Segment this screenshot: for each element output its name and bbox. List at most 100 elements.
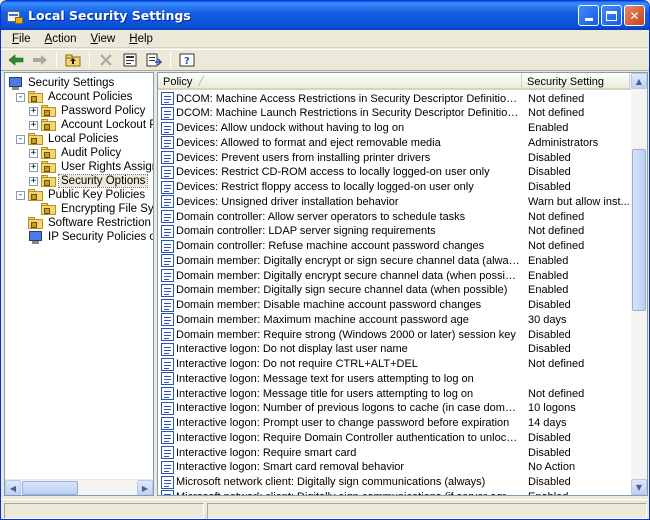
vertical-scroll-thumb[interactable] [632, 149, 646, 311]
policy-cell: Devices: Restrict CD-ROM access to local… [158, 165, 522, 179]
expand-icon[interactable]: + [29, 162, 38, 172]
collapse-icon[interactable]: - [16, 92, 25, 102]
security-setting-value: Enabled [528, 284, 569, 297]
policy-row[interactable]: Domain member: Disable machine account p… [158, 298, 632, 313]
policy-row[interactable]: Interactive logon: Message text for user… [158, 371, 632, 386]
tree-item[interactable]: - Public Key Policies [16, 188, 147, 202]
tree-item[interactable]: - Local Policies [16, 132, 120, 146]
horizontal-scroll-thumb[interactable] [22, 481, 78, 495]
policy-cell: Domain member: Digitally sign secure cha… [158, 283, 522, 297]
policy-row[interactable]: Domain controller: LDAP server signing r… [158, 224, 632, 239]
tree-horizontal-scrollbar[interactable]: ◀ ▶ [5, 479, 153, 495]
maximize-icon [606, 10, 617, 21]
policy-name: Devices: Unsigned driver installation be… [176, 195, 399, 208]
tree-item[interactable]: - Account Policies [16, 90, 134, 104]
policy-row[interactable]: Domain controller: Allow server operator… [158, 209, 632, 224]
policy-row[interactable]: Interactive logon: Prompt user to change… [158, 416, 632, 431]
policy-row[interactable]: Domain member: Digitally encrypt secure … [158, 268, 632, 283]
policy-cell: Interactive logon: Prompt user to change… [158, 416, 522, 430]
policy-name: Domain controller: LDAP server signing r… [176, 225, 436, 238]
tree-item[interactable]: + Password Policy [29, 104, 147, 118]
policy-row[interactable]: Interactive logon: Message title for use… [158, 386, 632, 401]
policy-row[interactable]: Microsoft network client: Digitally sign… [158, 475, 632, 490]
policy-name: Domain member: Disable machine account p… [176, 299, 482, 311]
policy-row[interactable]: Devices: Restrict CD-ROM access to local… [158, 165, 632, 180]
tree-item-label: Software Restriction Policies [48, 217, 153, 229]
policy-row[interactable]: Interactive logon: Require Domain Contro… [158, 430, 632, 445]
policy-row[interactable]: Domain member: Digitally sign secure cha… [158, 283, 632, 298]
policy-row[interactable]: Interactive logon: Do not require CTRL+A… [158, 357, 632, 372]
console-tree-pane[interactable]: Security Settings - Account Policies + Passw… [4, 72, 154, 496]
security-setting-value: Disabled [528, 446, 571, 459]
menu-action[interactable]: Action [38, 33, 84, 45]
tree-item[interactable]: + Account Lockout Policy [29, 118, 153, 132]
help-button[interactable]: ? [176, 50, 198, 70]
tree-item[interactable]: + User Rights Assignment [29, 160, 153, 174]
policy-name: Domain member: Digitally encrypt or sign… [176, 254, 522, 267]
scroll-left-button[interactable]: ◀ [5, 480, 21, 495]
list-vertical-scrollbar[interactable]: ▲ ▼ [631, 73, 647, 495]
column-header-setting-label: Security Setting [527, 75, 605, 88]
scroll-right-button[interactable]: ▶ [137, 480, 153, 495]
delete-button[interactable] [95, 50, 117, 70]
policy-row[interactable]: DCOM: Machine Launch Restrictions in Sec… [158, 106, 632, 121]
tree-item-label: Public Key Policies [48, 189, 146, 201]
scroll-up-button[interactable]: ▲ [631, 73, 647, 89]
export-list-button[interactable] [143, 50, 165, 70]
security-setting-value: Disabled [528, 431, 571, 444]
policy-name: Devices: Restrict floppy access to local… [176, 181, 474, 193]
policy-row[interactable]: Interactive logon: Number of previous lo… [158, 401, 632, 416]
policy-row[interactable]: Devices: Restrict floppy access to local… [158, 180, 632, 195]
policy-row[interactable]: Interactive logon: Do not display last u… [158, 342, 632, 357]
menu-file[interactable]: File [5, 33, 38, 45]
collapse-icon[interactable]: - [16, 134, 25, 144]
policy-row[interactable]: Devices: Unsigned driver installation be… [158, 194, 632, 209]
policy-row[interactable]: Domain controller: Refuse machine accoun… [158, 239, 632, 254]
menu-help[interactable]: Help [122, 33, 160, 45]
expand-icon[interactable]: + [29, 148, 38, 158]
policy-setting-icon [161, 357, 174, 371]
policy-row[interactable]: Domain member: Maximum machine account p… [158, 312, 632, 327]
properties-button[interactable] [119, 50, 141, 70]
up-one-level-button[interactable] [62, 50, 84, 70]
column-header-policy[interactable]: Policy ╱ [158, 73, 522, 90]
policy-row[interactable]: Domain member: Require strong (Windows 2… [158, 327, 632, 342]
expand-icon[interactable]: + [29, 176, 38, 186]
policy-name: Domain controller: Refuse machine accoun… [176, 240, 485, 252]
tree-item[interactable]: Security Settings [8, 76, 116, 90]
expand-icon[interactable]: + [29, 120, 38, 130]
tree-item[interactable]: IP Security Policies on Local Computer [16, 230, 153, 244]
policy-setting-icon [161, 401, 174, 415]
policy-row[interactable]: Interactive logon: Require smart card Dis… [158, 445, 632, 460]
close-button[interactable]: ✕ [624, 5, 645, 26]
scroll-down-button[interactable]: ▼ [631, 479, 647, 495]
maximize-button[interactable] [601, 5, 622, 26]
back-button[interactable] [5, 50, 27, 70]
policy-row[interactable]: Domain member: Digitally encrypt or sign… [158, 253, 632, 268]
security-setting-value: Enabled [528, 254, 569, 267]
minimize-button[interactable] [578, 5, 599, 26]
policy-row[interactable]: Devices: Allow undock without having to … [158, 121, 632, 136]
tree-item[interactable]: Encrypting File System [29, 202, 153, 216]
tree-item[interactable]: + Security Options [29, 174, 149, 188]
policy-name: Interactive logon: Smart card removal be… [176, 461, 405, 474]
details-pane[interactable]: Policy ╱ Security Setting DCOM: Machine … [157, 72, 648, 496]
chevron-right-icon: ▶ [141, 483, 149, 493]
column-header-security-setting[interactable]: Security Setting [522, 73, 630, 90]
policy-row[interactable]: Devices: Prevent users from installing p… [158, 150, 632, 165]
policy-row[interactable]: DCOM: Machine Access Restrictions in Sec… [158, 91, 632, 106]
collapse-icon[interactable]: - [16, 190, 25, 200]
expand-icon[interactable]: + [29, 106, 38, 116]
policy-cell: Interactive logon: Require Domain Contro… [158, 431, 522, 445]
policy-row[interactable]: Devices: Allowed to format and eject rem… [158, 135, 632, 150]
forward-button[interactable] [29, 50, 51, 70]
policy-cell: Domain member: Digitally encrypt secure … [158, 269, 522, 282]
tree-item[interactable]: + Audit Policy [29, 146, 123, 160]
back-arrow-icon [8, 54, 24, 66]
policy-row[interactable]: Interactive logon: Smart card removal be… [158, 460, 632, 475]
policy-name: Domain member: Digitally encrypt secure … [176, 269, 522, 282]
menu-view[interactable]: View [84, 33, 123, 45]
title-bar[interactable]: Local Security Settings ✕ [1, 1, 649, 30]
policy-row[interactable]: Microsoft network client: Digitally sign… [158, 489, 632, 495]
tree-item[interactable]: Software Restriction Policies [16, 216, 153, 230]
